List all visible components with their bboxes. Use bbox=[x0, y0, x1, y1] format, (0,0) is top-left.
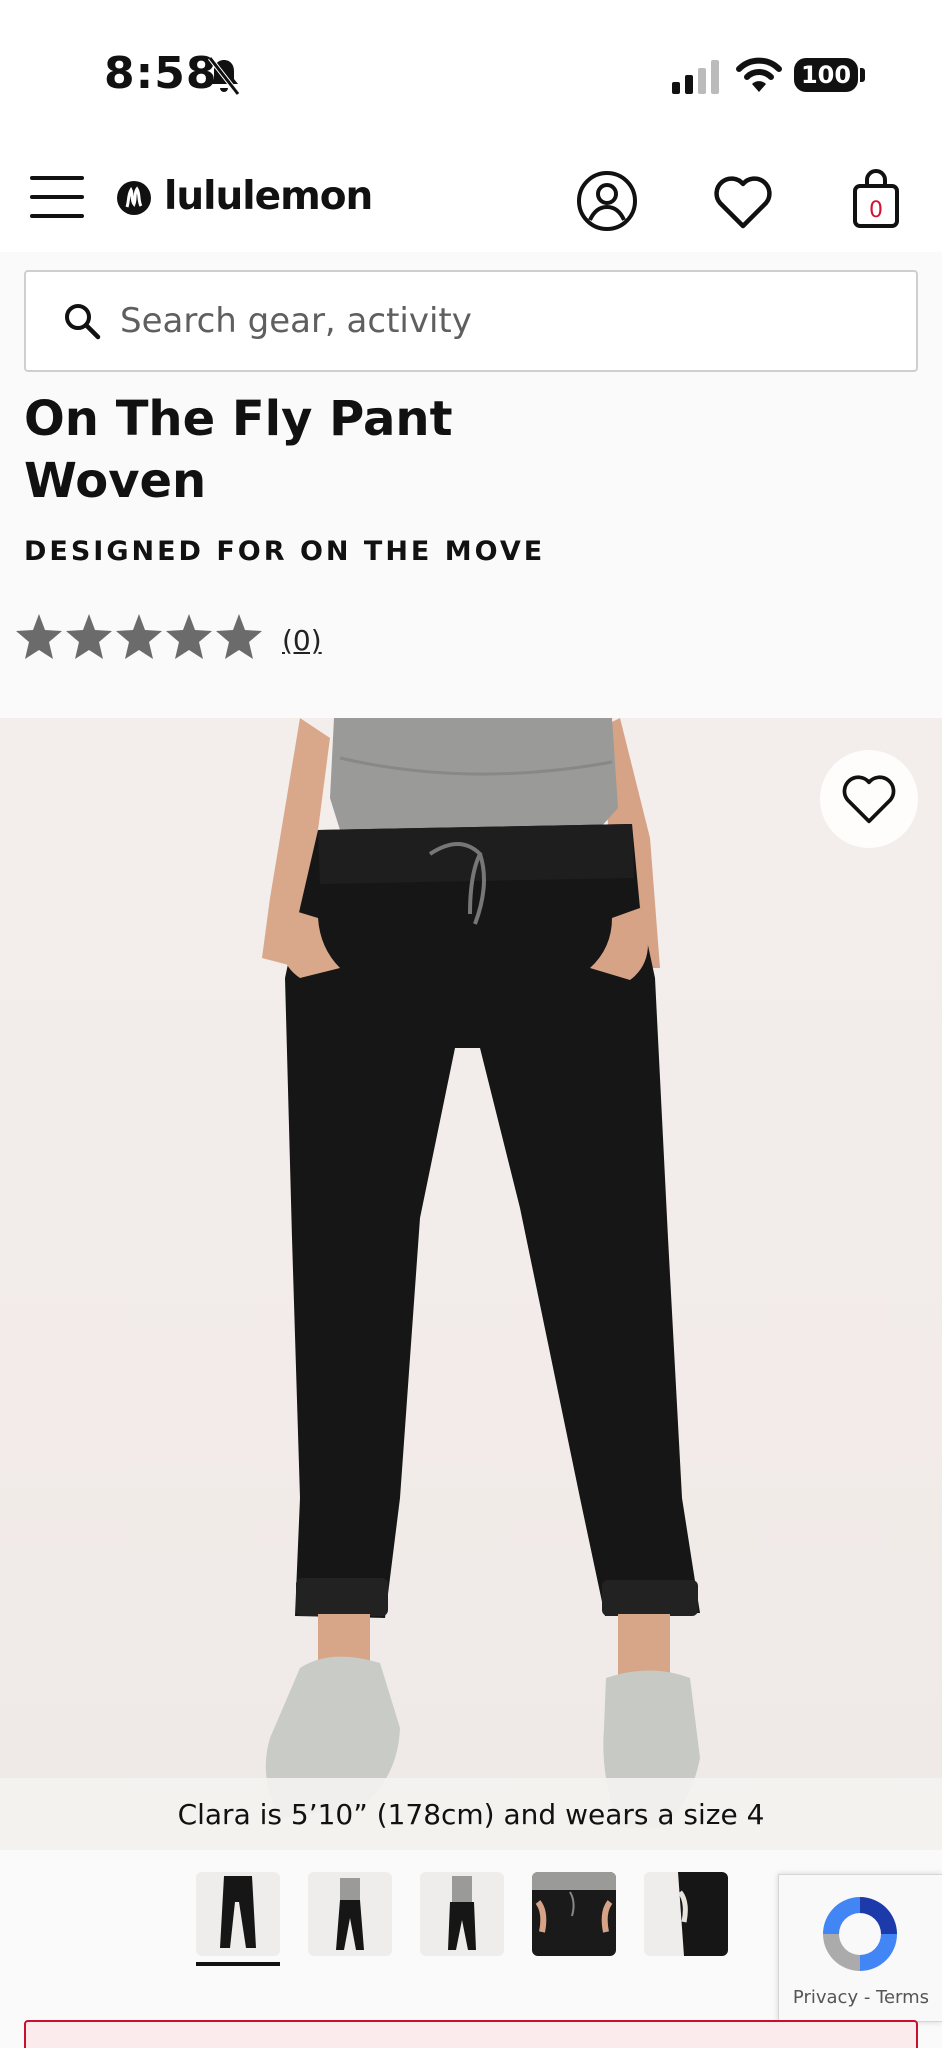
status-bar: 8:58 100 bbox=[0, 0, 942, 150]
model-photo bbox=[262, 718, 700, 1828]
heart-icon[interactable] bbox=[712, 174, 774, 230]
rating-stars[interactable] bbox=[14, 612, 264, 664]
brand-logo[interactable]: lululemon bbox=[164, 174, 373, 219]
status-time: 8:58 bbox=[104, 48, 218, 99]
battery-tip bbox=[860, 68, 865, 82]
search-input[interactable] bbox=[120, 301, 880, 341]
recaptcha-icon bbox=[823, 1897, 897, 1971]
product-tagline: DESIGNED FOR ON THE MOVE bbox=[24, 536, 546, 567]
model-size-caption: Clara is 5’10” (178cm) and wears a size … bbox=[0, 1778, 942, 1850]
site-header: lululemon 0 bbox=[0, 150, 942, 252]
menu-icon[interactable] bbox=[30, 176, 86, 224]
star-icon bbox=[166, 614, 212, 659]
recaptcha-terms-link[interactable]: Terms bbox=[876, 1987, 929, 2008]
bag-count-badge: 0 bbox=[869, 198, 883, 223]
recaptcha-privacy-link[interactable]: Privacy bbox=[793, 1987, 858, 2008]
battery-icon: 100 bbox=[794, 58, 858, 92]
wifi-icon bbox=[736, 57, 782, 92]
signal-icon bbox=[672, 60, 719, 94]
recaptcha-links: Privacy - Terms bbox=[779, 1987, 942, 2008]
thumbnail-2[interactable] bbox=[308, 1872, 392, 1956]
thumbnail-image bbox=[448, 1876, 476, 1950]
thumbnail-3[interactable] bbox=[420, 1872, 504, 1956]
thumbnail-image bbox=[336, 1878, 364, 1950]
star-icon bbox=[116, 614, 162, 659]
review-count-link[interactable]: (0) bbox=[282, 624, 322, 657]
thumbnail-5[interactable] bbox=[644, 1872, 728, 1956]
thumbnail-image bbox=[677, 1872, 728, 1956]
star-icon bbox=[66, 614, 112, 659]
search-bar[interactable] bbox=[24, 270, 918, 372]
thumbnail-4[interactable] bbox=[532, 1872, 616, 1956]
product-image[interactable]: Clara is 5’10” (178cm) and wears a size … bbox=[0, 718, 942, 1850]
recaptcha-separator: - bbox=[858, 1987, 877, 2008]
bell-slash-icon bbox=[208, 56, 240, 96]
thumbnail-image bbox=[532, 1872, 616, 1933]
thumbnail-selected-indicator bbox=[196, 1962, 280, 1966]
recaptcha-badge[interactable]: Privacy - Terms bbox=[778, 1874, 942, 2022]
account-icon[interactable] bbox=[576, 170, 638, 232]
heart-icon bbox=[842, 775, 896, 824]
thumbnail-1[interactable] bbox=[196, 1872, 280, 1956]
search-icon bbox=[65, 304, 101, 340]
notice-box bbox=[24, 2020, 918, 2048]
image-wishlist-button[interactable] bbox=[820, 750, 918, 848]
star-icon bbox=[216, 614, 262, 659]
thumbnail-image bbox=[220, 1876, 256, 1948]
product-title: On The Fly Pant Woven bbox=[24, 391, 453, 509]
logo-mark-icon[interactable] bbox=[116, 180, 152, 216]
star-icon bbox=[16, 614, 62, 659]
